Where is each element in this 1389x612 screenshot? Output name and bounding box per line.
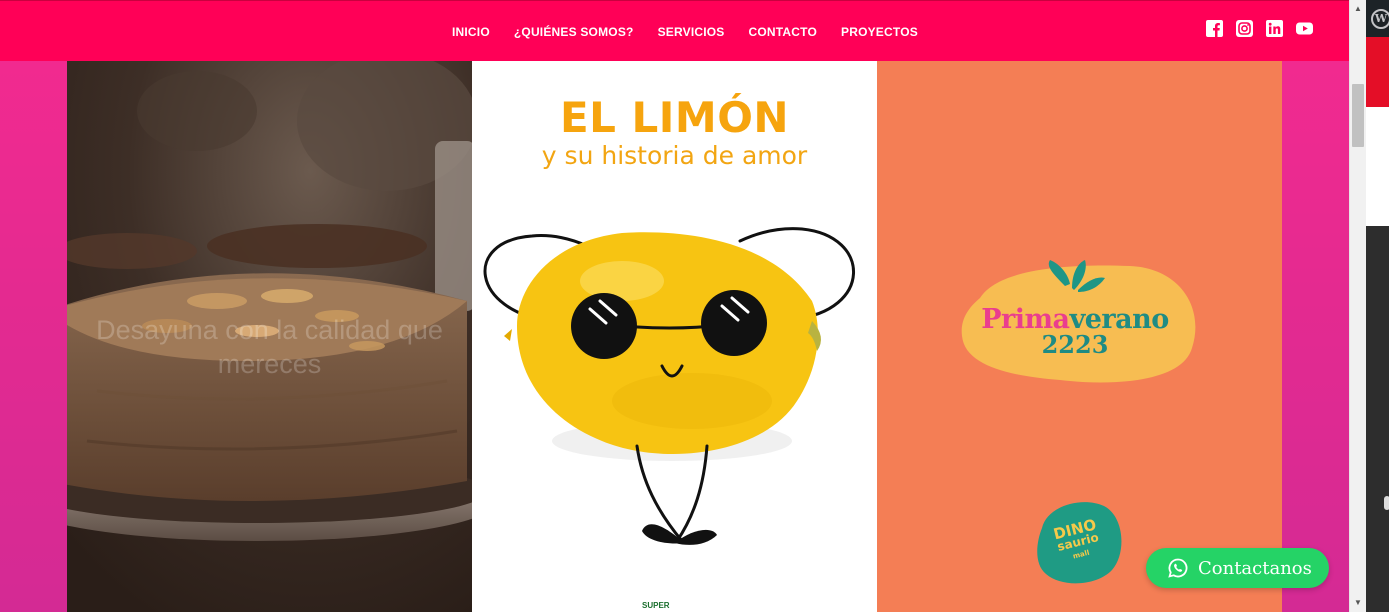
cake-overlay: Desayuna con la calidad que mereces (67, 61, 472, 612)
dark-panel (1366, 226, 1389, 612)
linkedin-icon[interactable] (1266, 20, 1283, 37)
whatsapp-button-label: Contactanos (1198, 557, 1312, 579)
page-background: INICIO ¿QUIÉNES SOMOS? SERVICIOS CONTACT… (0, 0, 1349, 612)
dino-text-line3: mall (1071, 548, 1091, 561)
cake-overlay-text: Desayuna con la calidad que mereces (96, 315, 443, 379)
primaverano-year: 2223 (1041, 330, 1109, 359)
wp-admin-bar: W (1366, 0, 1389, 37)
nav-link-inicio[interactable]: INICIO (440, 25, 502, 39)
nav-link-proyectos[interactable]: PROYECTOS (829, 25, 930, 39)
lemon-character-illustration (483, 227, 855, 545)
cake-photo-tile[interactable]: Desayuna con la calidad que mereces (67, 61, 472, 612)
social-links (1206, 20, 1313, 37)
super-brand-label: SUPER (642, 601, 670, 610)
youtube-icon[interactable] (1296, 20, 1313, 37)
top-navigation-bar: INICIO ¿QUIÉNES SOMOS? SERVICIOS CONTACT… (0, 0, 1349, 61)
whatsapp-contact-button[interactable]: Contactanos (1146, 548, 1329, 588)
scroll-down-arrow-icon[interactable]: ▼ (1353, 598, 1363, 608)
scroll-up-arrow-icon[interactable]: ▲ (1353, 4, 1363, 14)
facebook-icon[interactable] (1206, 20, 1223, 37)
instagram-icon[interactable] (1236, 20, 1253, 37)
nav-link-contacto[interactable]: CONTACTO (737, 25, 830, 39)
limon-tile[interactable]: EL LIMÓN y su historia de amor SUPER (472, 61, 877, 612)
nav-link-quienes-somos[interactable]: ¿QUIÉNES SOMOS? (502, 25, 646, 39)
primaverano-tile[interactable]: Primaverano 2223 DINO saurio mall (877, 61, 1282, 612)
wordpress-icon[interactable]: W (1371, 9, 1389, 29)
red-panel (1366, 37, 1389, 107)
primaverano-logo: Primaverano 2223 (960, 258, 1200, 393)
whatsapp-icon (1168, 558, 1188, 578)
main-menu: INICIO ¿QUIÉNES SOMOS? SERVICIOS CONTACT… (440, 1, 930, 62)
vertical-scrollbar[interactable]: ▲ ▼ (1349, 0, 1366, 612)
scrollbar-thumb[interactable] (1352, 84, 1364, 147)
dinosaurio-mall-logo: DINO saurio mall (1032, 498, 1124, 586)
panel-handle (1384, 496, 1389, 510)
adjacent-window-strip: W (1366, 0, 1389, 612)
nav-link-servicios[interactable]: SERVICIOS (646, 25, 737, 39)
